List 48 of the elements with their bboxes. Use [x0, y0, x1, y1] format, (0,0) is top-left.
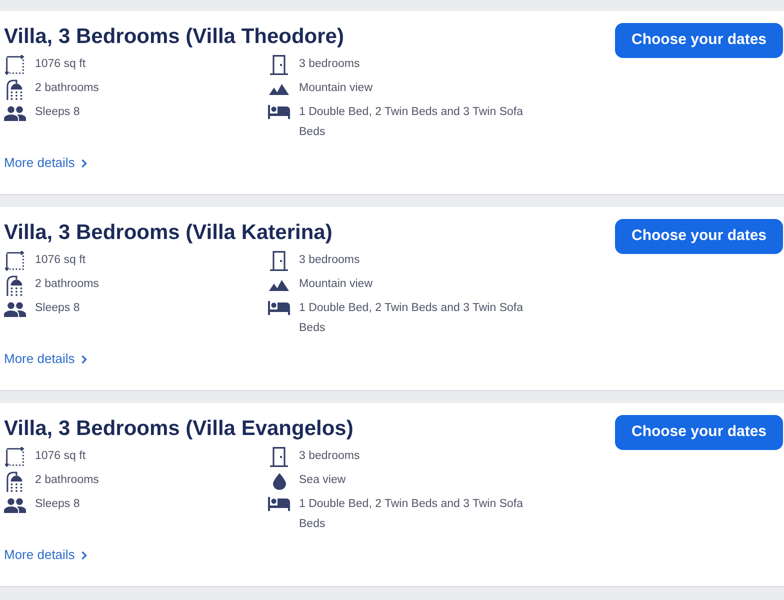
feature-text: Sleeps 8: [35, 301, 80, 316]
listing-title: Villa, 3 Bedrooms (Villa Evangelos): [4, 416, 354, 442]
mountains-icon: [269, 84, 289, 94]
chevron-right-icon: [80, 158, 87, 168]
chevron-right-icon: [80, 354, 87, 364]
feature-text: 1076 sq ft: [35, 57, 86, 72]
feature-text: 2 bathrooms: [35, 277, 99, 292]
more-details-link[interactable]: More details: [4, 153, 87, 173]
feature-text: Sea view: [299, 473, 346, 488]
shower-icon: [6, 274, 24, 296]
door-icon: [270, 55, 288, 75]
water-drop-icon: [272, 472, 286, 490]
bed-icon: [268, 105, 290, 119]
floor-area-icon: [5, 55, 25, 75]
choose-dates-button[interactable]: Choose your dates: [615, 219, 783, 254]
bed-icon: [268, 301, 290, 315]
people-icon: [4, 106, 26, 120]
mountains-icon: [269, 280, 289, 290]
listing-title: Villa, 3 Bedrooms (Villa Katerina): [4, 220, 332, 246]
feature-text: 1 Double Bed, 2 Twin Beds and 3 Twin Sofa Beds: [299, 105, 524, 140]
shower-icon: [6, 78, 24, 100]
feature-text: Sleeps 8: [35, 105, 80, 120]
feature-text: 1 Double Bed, 2 Twin Beds and 3 Twin Sofa Beds: [299, 301, 524, 336]
feature-text: 1076 sq ft: [35, 449, 86, 464]
feature-text: 2 bathrooms: [35, 473, 99, 488]
feature-text: Mountain view: [299, 277, 373, 292]
floor-area-icon: [5, 251, 25, 271]
feature-text: 2 bathrooms: [35, 81, 99, 96]
bed-icon: [268, 497, 290, 511]
listing-title: Villa, 3 Bedrooms (Villa Theodore): [4, 24, 344, 50]
more-details-link[interactable]: More details: [4, 349, 87, 369]
door-icon: [270, 447, 288, 467]
feature-text: 3 bedrooms: [299, 449, 360, 464]
feature-text: Mountain view: [299, 81, 373, 96]
feature-text: Sleeps 8: [35, 497, 80, 512]
feature-text: 1 Double Bed, 2 Twin Beds and 3 Twin Sofa Beds: [299, 497, 524, 532]
people-icon: [4, 302, 26, 316]
feature-text: 3 bedrooms: [299, 57, 360, 72]
shower-icon: [6, 470, 24, 492]
floor-area-icon: [5, 447, 25, 467]
choose-dates-button[interactable]: Choose your dates: [615, 23, 783, 58]
feature-text: 3 bedrooms: [299, 253, 360, 268]
feature-text: 1076 sq ft: [35, 253, 86, 268]
people-icon: [4, 498, 26, 512]
choose-dates-button[interactable]: Choose your dates: [615, 415, 783, 450]
door-icon: [270, 251, 288, 271]
more-details-link[interactable]: More details: [4, 545, 87, 565]
chevron-right-icon: [80, 550, 87, 560]
